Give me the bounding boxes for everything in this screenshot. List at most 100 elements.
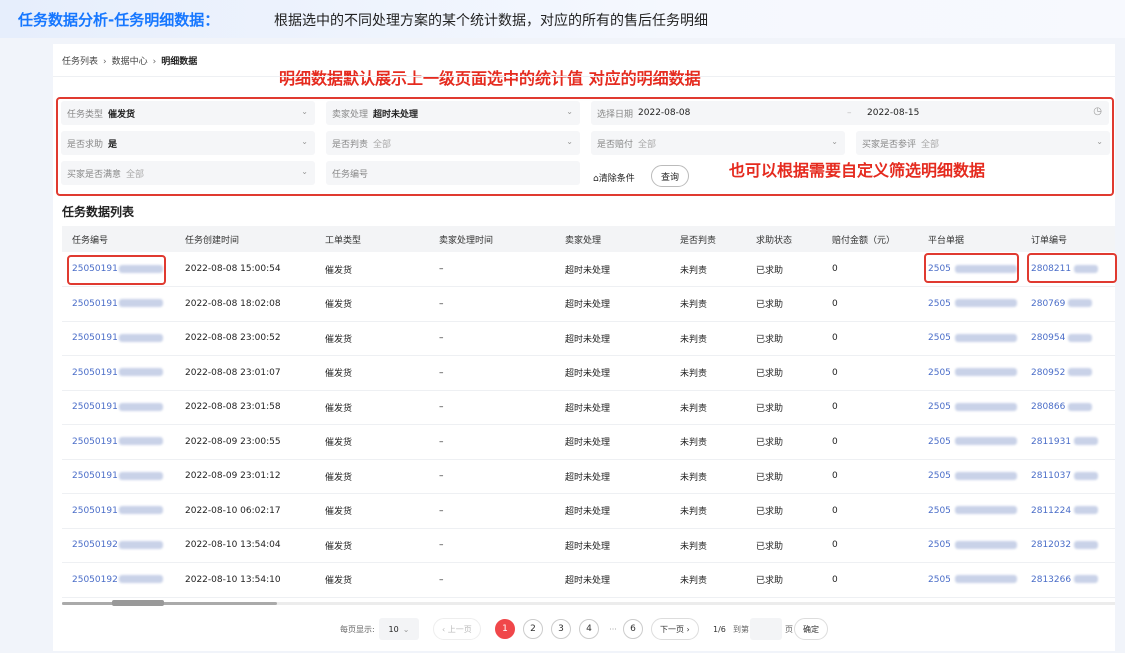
platform-doc-link[interactable]: 2505 [918, 493, 1021, 529]
satisfied-value: 全部 [126, 169, 145, 180]
section-title: 任务数据列表 [62, 205, 135, 219]
satisfied-select[interactable]: 买家是否满意 全部 ⌄ [61, 161, 315, 185]
date-range-picker[interactable]: 选择日期 2022-08-08 – 2022-08-15 ◷ [591, 101, 1109, 125]
seller-handle-time: – [429, 459, 555, 494]
redacted-mask [954, 437, 1017, 446]
next-page-button[interactable]: 下一页 › [651, 618, 699, 640]
order-no-link[interactable]: 2811931 [1021, 424, 1115, 460]
task-id-link[interactable]: 25050192 [62, 562, 175, 598]
task-type-select[interactable]: 任务类型 催发货 ⌄ [61, 101, 315, 125]
redacted-mask [954, 299, 1017, 308]
table-row: 25050191 2022-08-08 23:01:58 催发货 – 超时未处理 未判责已… [62, 390, 1115, 425]
seller-handle: 超时未处理 [555, 355, 670, 391]
platform-doc-link-text: 2505 [928, 540, 951, 551]
table-row: 25050191 2022-08-08 18:02:08 催发货 – 超时未处理 未判责已… [62, 286, 1115, 322]
order-no-link[interactable]: 280952 [1021, 355, 1115, 391]
date-start[interactable]: 2022-08-08 [638, 108, 690, 118]
table-row: 25050191 2022-08-10 06:02:17 催发货 – 超时未处理 未判责已… [62, 493, 1115, 529]
page-1-button[interactable]: 1 [495, 619, 515, 639]
task-id-link[interactable]: 25050192 [62, 528, 175, 563]
page-2-button[interactable]: 2 [523, 619, 543, 639]
platform-doc-link[interactable]: 2505 [918, 528, 1021, 563]
task-id-link[interactable]: 25050191 [62, 493, 175, 529]
judged-status: 未判责 [670, 252, 746, 287]
redacted-mask [118, 264, 163, 273]
compensated-select[interactable]: 是否赔付 全部 ⌄ [591, 131, 845, 155]
order-no-link[interactable]: 280954 [1021, 321, 1115, 356]
order-no-link[interactable]: 280866 [1021, 390, 1115, 425]
redacted-mask [1074, 506, 1099, 515]
column-header: 赔付金额（元） [822, 226, 918, 252]
platform-doc-link[interactable]: 2505 [918, 390, 1021, 425]
page-3-button[interactable]: 3 [551, 619, 571, 639]
page-total: 1/6 [713, 624, 726, 634]
platform-doc-link[interactable]: 2505 [918, 562, 1021, 598]
page-size-select[interactable]: 10 ⌄ [379, 618, 419, 640]
task-number-input[interactable]: 任务编号 [326, 161, 580, 185]
review-value: 全部 [921, 139, 940, 150]
task-id-link[interactable]: 25050191 [62, 321, 175, 356]
clear-filters-button[interactable]: ⌂清除条件 [593, 171, 635, 184]
breadcrumb-item[interactable]: 数据中心 [112, 57, 148, 67]
order-no-link[interactable]: 2812032 [1021, 528, 1115, 563]
order-no-link[interactable]: 280769 [1021, 286, 1115, 322]
judged-select[interactable]: 是否判责 全部 ⌄ [326, 131, 580, 155]
judged-status: 未判责 [670, 355, 746, 391]
platform-doc-link[interactable]: 2505 [918, 286, 1021, 322]
platform-doc-link[interactable]: 2505 [918, 355, 1021, 391]
redacted-mask [118, 299, 163, 308]
task-id-link-text: 25050191 [72, 367, 118, 378]
help-status: 已求助 [746, 424, 822, 460]
compensation-amount: 0 [822, 355, 918, 391]
query-button[interactable]: 查询 [651, 165, 689, 187]
redacted-mask [1068, 299, 1093, 308]
platform-doc-link-text: 2505 [928, 298, 951, 309]
seller-handle: 超时未处理 [555, 286, 670, 322]
platform-doc-link[interactable]: 2505 [918, 424, 1021, 460]
platform-doc-link[interactable]: 2505 [918, 321, 1021, 356]
chevron-down-icon: ⌄ [566, 107, 573, 116]
help-status: 已求助 [746, 355, 822, 391]
page-6-button[interactable]: 6 [623, 619, 643, 639]
review-select[interactable]: 买家是否参评 全部 ⌄ [856, 131, 1110, 155]
breadcrumb-item[interactable]: 任务列表 [62, 57, 98, 67]
prev-page-button[interactable]: ‹ 上一页 [433, 618, 481, 640]
horizontal-scrollbar[interactable] [62, 600, 1115, 606]
platform-doc-link[interactable]: 2505 [918, 459, 1021, 494]
order-no-link-text: 280954 [1031, 333, 1066, 344]
task-id-link[interactable]: 25050191 [62, 355, 175, 391]
order-no-link[interactable]: 2811037 [1021, 459, 1115, 494]
redacted-mask [118, 368, 163, 377]
redacted-mask [1068, 333, 1093, 342]
seller-handle-select[interactable]: 卖家处理 超时未处理 ⌄ [326, 101, 580, 125]
compensation-amount: 0 [822, 321, 918, 356]
task-id-link[interactable]: 25050191 [62, 252, 175, 287]
table-row: 25050191 2022-08-09 23:00:55 催发货 – 超时未处理 未判责已… [62, 424, 1115, 460]
help-status: 已求助 [746, 286, 822, 322]
help-select[interactable]: 是否求助是 ⌄ [61, 131, 315, 155]
redacted-mask [954, 540, 1017, 549]
task-id-link[interactable]: 25050191 [62, 459, 175, 494]
platform-doc-link[interactable]: 2505 [918, 252, 1021, 287]
ellipsis-icon: ··· [609, 624, 617, 634]
goto-page-input[interactable] [750, 618, 782, 640]
order-no-link[interactable]: 2811224 [1021, 493, 1115, 529]
task-id-link[interactable]: 25050191 [62, 424, 175, 460]
breadcrumb-separator-icon: › [103, 57, 107, 67]
column-header: 卖家处理 [555, 226, 670, 252]
page-4-button[interactable]: 4 [579, 619, 599, 639]
date-end[interactable]: 2022-08-15 [867, 108, 919, 118]
order-no-link[interactable]: 2813266 [1021, 562, 1115, 598]
task-id-link[interactable]: 25050191 [62, 390, 175, 425]
date-separator: – [847, 108, 852, 118]
compensation-amount: 0 [822, 528, 918, 563]
table-row: 25050192 2022-08-10 13:54:04 催发货 – 超时未处理 未判责已… [62, 528, 1115, 563]
order-no-link[interactable]: 2808211 [1021, 252, 1115, 287]
task-id-link[interactable]: 25050191 [62, 286, 175, 322]
confirm-button[interactable]: 确定 [794, 618, 828, 640]
scrollbar-thumb[interactable] [112, 600, 164, 606]
chevron-down-icon: ⌄ [402, 624, 410, 634]
pagination: 每页显示: 10 ⌄ ‹ 上一页 1 2 3 4 ··· 6 下一页 › 1/6 … [53, 618, 1115, 640]
order-no-link-text: 2811931 [1031, 436, 1072, 447]
judged-status: 未判责 [670, 424, 746, 460]
